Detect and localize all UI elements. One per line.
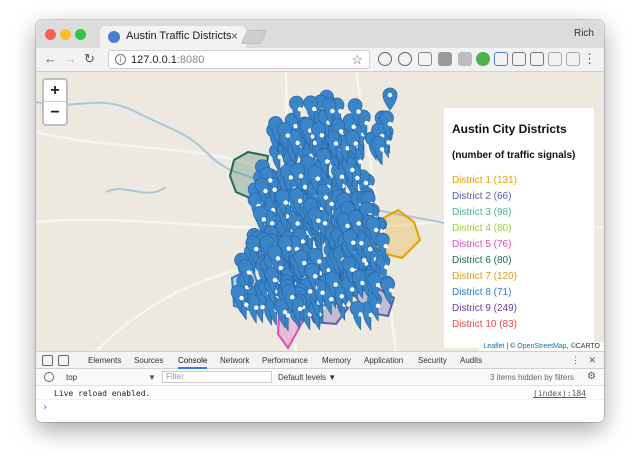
extension-icon[interactable] xyxy=(378,52,392,66)
browser-menu-icon[interactable]: ⋮ xyxy=(583,51,596,67)
devtools-tab-bar: Elements Sources Console Network Performance… xyxy=(36,352,604,369)
legend-item: District 8 (71) xyxy=(452,287,512,298)
maximize-window-button[interactable] xyxy=(75,29,86,40)
lake-line xyxy=(105,186,167,194)
legend-item: District 4 (80) xyxy=(452,223,512,234)
tab-bar: Austin Traffic Districts × Rich xyxy=(36,20,604,48)
devtools-close-icon[interactable]: ✕ xyxy=(588,355,596,366)
tab-close-icon[interactable]: × xyxy=(231,29,238,43)
map[interactable]: + − Austin City Districts (number of tra… xyxy=(36,72,604,351)
console-source-link[interactable]: (index):184 xyxy=(533,389,586,398)
legend-item: District 2 (66) xyxy=(452,191,512,202)
district-legend: Austin City Districts (number of traffic… xyxy=(444,108,594,348)
cast-icon[interactable] xyxy=(548,52,562,66)
map-attribution: Leaflet | © OpenStreetMap, ©CARTO xyxy=(479,342,604,351)
legend-item: District 5 (76) xyxy=(452,239,512,250)
extension-icon[interactable] xyxy=(566,52,580,66)
url-port: :8080 xyxy=(176,54,205,66)
reload-icon[interactable]: ↻ xyxy=(84,51,95,67)
devtools-tab-console[interactable]: Console xyxy=(178,356,208,369)
zoom-control: + − xyxy=(42,78,68,126)
attribution-separator: | © xyxy=(504,343,518,350)
devtools-tab-audits[interactable]: Audits xyxy=(460,356,482,365)
zoom-out-button[interactable]: − xyxy=(44,102,66,124)
legend-title: Austin City Districts xyxy=(452,122,567,136)
console-message-row: Live reload enabled. (index):184 xyxy=(36,386,604,400)
extension-icon[interactable] xyxy=(530,52,544,66)
map-marker-icon[interactable] xyxy=(349,301,365,331)
extension-icon[interactable] xyxy=(398,52,412,66)
close-window-button[interactable] xyxy=(45,29,56,40)
browser-toolbar: ← → ↻ i 127.0.0.1:8080 ☆ ⋮ xyxy=(36,48,604,72)
favicon-icon xyxy=(108,31,120,43)
console-filter-input[interactable]: Filter xyxy=(162,371,272,383)
profile-name[interactable]: Rich xyxy=(574,28,594,39)
info-icon[interactable]: i xyxy=(115,54,126,65)
extension-icon[interactable] xyxy=(512,52,526,66)
devtools-menu-icon[interactable]: ⋮ xyxy=(571,355,580,366)
forward-icon[interactable]: → xyxy=(64,51,77,66)
tab-title: Austin Traffic Districts xyxy=(126,30,232,42)
extension-icon[interactable] xyxy=(476,52,490,66)
devtools-panel: Elements Sources Console Network Performance… xyxy=(36,351,604,422)
hidden-items-count: 3 items hidden by filters xyxy=(489,373,574,382)
legend-item: District 1 (131) xyxy=(452,175,518,186)
console-toolbar: top ▼ Filter Default levels ▼ 3 items hi… xyxy=(36,369,604,386)
legend-item: District 10 (83) xyxy=(452,319,518,330)
zoom-in-button[interactable]: + xyxy=(44,80,66,102)
extension-icon[interactable] xyxy=(458,52,472,66)
address-bar[interactable]: i 127.0.0.1:8080 ☆ xyxy=(108,50,370,69)
gear-icon[interactable]: ⚙ xyxy=(587,371,596,382)
bookmark-star-icon[interactable]: ☆ xyxy=(351,52,363,68)
osm-link[interactable]: OpenStreetMap xyxy=(517,343,566,350)
console-prompt[interactable]: › xyxy=(42,402,48,413)
devtools-tab-application[interactable]: Application xyxy=(364,356,403,365)
devtools-tab-memory[interactable]: Memory xyxy=(322,356,351,365)
carto-credit: , ©CARTO xyxy=(566,343,600,350)
context-dropdown-icon[interactable]: ▼ xyxy=(148,373,156,382)
extension-icon[interactable] xyxy=(438,52,452,66)
devtools-tab-performance[interactable]: Performance xyxy=(262,356,308,365)
browser-window: Austin Traffic Districts × Rich ← → ↻ i … xyxy=(36,20,604,422)
device-toolbar-icon[interactable] xyxy=(58,355,69,366)
inspect-element-icon[interactable] xyxy=(42,355,53,366)
minimize-window-button[interactable] xyxy=(60,29,71,40)
devtools-tab-network[interactable]: Network xyxy=(220,356,249,365)
legend-item: District 6 (80) xyxy=(452,255,512,266)
legend-item: District 3 (98) xyxy=(452,207,512,218)
devtools-tab-elements[interactable]: Elements xyxy=(88,356,121,365)
legend-item: District 9 (249) xyxy=(452,303,518,314)
devtools-tab-sources[interactable]: Sources xyxy=(134,356,163,365)
legend-list: District 1 (131) District 2 (66) District … xyxy=(452,173,586,333)
url-host: 127.0.0.1 xyxy=(131,54,177,66)
extension-icon[interactable] xyxy=(494,52,508,66)
leaflet-link[interactable]: Leaflet xyxy=(483,343,504,350)
log-levels-dropdown[interactable]: Default levels ▼ xyxy=(278,373,336,382)
legend-item: District 7 (120) xyxy=(452,271,518,282)
back-icon[interactable]: ← xyxy=(44,51,57,66)
devtools-tab-security[interactable]: Security xyxy=(418,356,447,365)
tab-austin-traffic[interactable]: Austin Traffic Districts × xyxy=(100,26,246,48)
extension-icon[interactable] xyxy=(418,52,432,66)
console-message: Live reload enabled. xyxy=(54,389,151,398)
url-text: 127.0.0.1:8080 xyxy=(131,54,204,66)
context-selector[interactable]: top xyxy=(66,373,77,382)
traffic-signal-markers xyxy=(230,87,398,332)
clear-console-icon[interactable] xyxy=(44,372,54,382)
legend-subtitle: (number of traffic signals) xyxy=(452,150,576,161)
map-marker-icon[interactable] xyxy=(382,87,398,111)
